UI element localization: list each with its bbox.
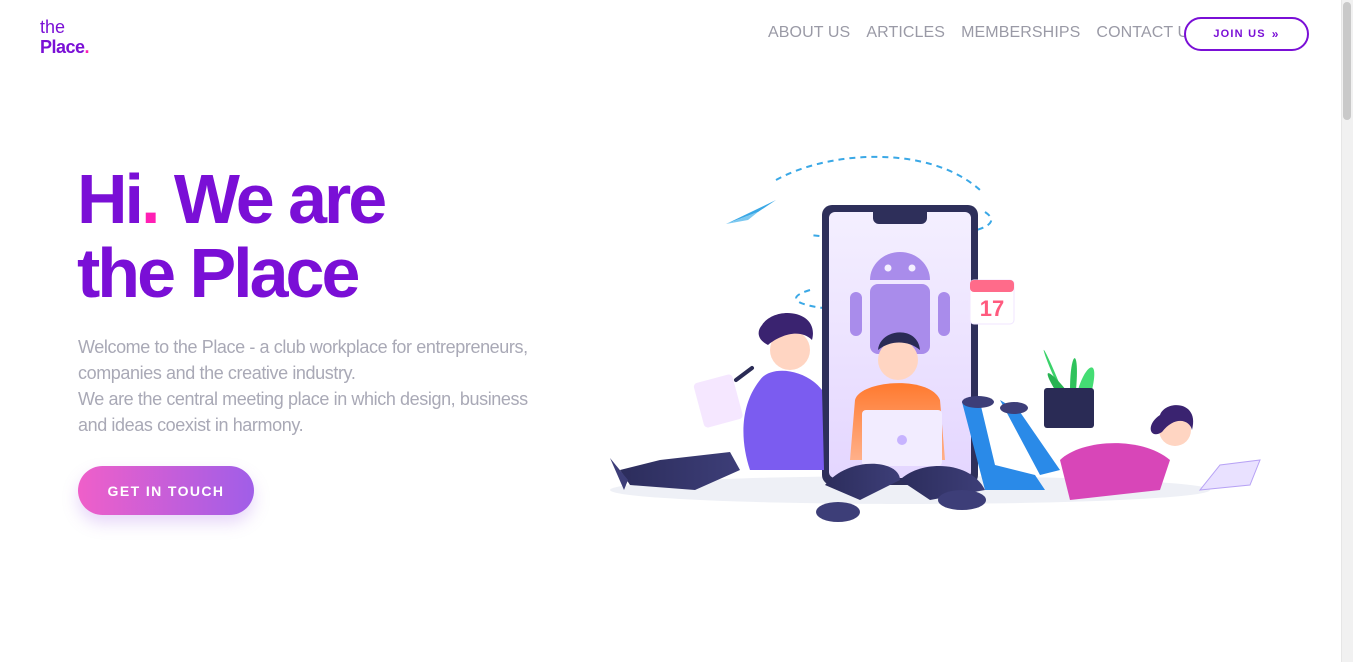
nav-about-us[interactable]: ABOUT US [768, 24, 850, 42]
hero-illustration: 17 [610, 155, 1261, 522]
scrollbar-thumb[interactable] [1343, 2, 1351, 120]
nav-memberships[interactable]: MEMBERSHIPS [961, 24, 1080, 42]
hero-title: Hi. We are the Place [77, 160, 387, 312]
double-chevron-right-icon: » [1271, 27, 1280, 41]
hero-description: Welcome to the Place - a club workplace … [78, 337, 528, 435]
join-us-label: JOIN US [1213, 28, 1266, 40]
join-us-button[interactable]: JOIN US » [1184, 17, 1309, 51]
logo-line2: Place. [40, 37, 90, 57]
logo[interactable]: the Place. [40, 17, 90, 57]
calendar-day: 17 [980, 296, 1004, 321]
get-in-touch-button[interactable]: GET IN TOUCH [78, 466, 254, 515]
plant-icon [1043, 349, 1095, 428]
main-nav: ABOUT US ARTICLES MEMBERSHIPS CONTACT US [768, 24, 1216, 42]
person-right [962, 396, 1261, 500]
paper-plane-icon [726, 200, 776, 224]
calendar-icon: 17 [969, 279, 1015, 325]
logo-line1: the [40, 17, 66, 37]
nav-articles[interactable]: ARTICLES [866, 24, 945, 42]
page-scrollbar[interactable] [1341, 0, 1353, 662]
person-left [610, 313, 824, 490]
